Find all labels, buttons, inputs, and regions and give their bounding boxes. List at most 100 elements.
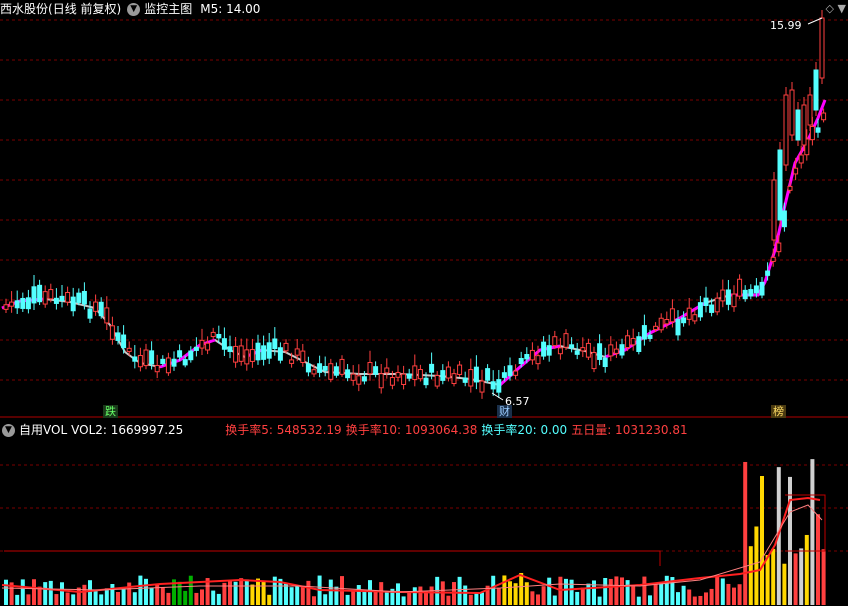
volume-bar [177,581,182,605]
volume-bar [631,585,636,605]
candle-body [630,337,636,346]
candle-body [149,350,155,365]
candle-body [356,375,362,385]
volume-bar [166,592,171,605]
volume-bar [463,585,468,605]
candle-body [350,373,356,381]
day5-volume-label: 五日量: 1031230.81 [571,423,688,437]
triangle-down-icon[interactable]: ▼ [838,2,846,15]
volume-bar [351,590,356,605]
candle-body [731,293,737,308]
candle-body [367,362,373,375]
candle-body [809,125,815,141]
candle-body [20,297,26,309]
vol-ma20-line [4,550,661,566]
volume-bar [491,575,496,605]
candle-body [789,89,795,136]
vol-menu[interactable]: 自用VOL [19,423,67,437]
volume-bar [289,587,294,605]
indicator-menu[interactable]: 监控主图 [144,2,192,16]
volume-bar [323,594,328,605]
candle-body [98,301,104,317]
volume-bar [804,534,809,605]
volume-bar [569,579,574,605]
marker-bang[interactable]: 榜 [771,405,786,418]
candle-body [182,359,188,366]
candle-body [300,350,306,363]
candle-body [160,358,166,364]
candle-body [205,342,211,351]
volume-bar [60,582,64,605]
candle-body [328,363,334,380]
main-chart-header: 西水股份(日线 前复权) ▼ 监控主图 M5: 14.00 [0,0,264,18]
candle-body [261,345,267,360]
volume-bar [502,575,507,605]
turnover10-label: 换手率10: 1093064.38 [345,423,478,437]
candle-body [188,350,194,361]
candle-body [669,308,675,323]
volume-bar [26,594,31,605]
candle-body [221,338,227,350]
volume-bar [312,596,316,605]
candle-body [821,112,827,121]
volume-bar [530,591,535,605]
volume-bar [732,587,736,605]
volume-bar [284,583,288,605]
candle-body [501,372,507,378]
volume-bar [233,581,238,605]
candle-body [787,185,793,191]
volume-bar [771,548,776,605]
candle-body [748,289,754,297]
volume-bar [692,596,697,605]
candle-body [513,370,519,376]
volume-bar [4,579,8,605]
candle-body [801,104,807,146]
volume-bar [244,579,249,605]
candle-body [813,69,819,111]
candle-body [613,348,619,354]
diamond-icon[interactable]: ◇ [826,2,834,15]
candle-body [664,319,670,325]
volume-bar [474,592,479,605]
chevron-down-icon[interactable]: ▼ [127,3,141,16]
candle-body [216,333,222,339]
volume-bar [295,586,300,605]
candle-body [3,304,9,310]
candle-body [445,366,451,379]
volume-bar [373,591,378,605]
candle-body [793,167,799,175]
chevron-down-icon[interactable]: ▼ [2,424,15,437]
volume-bar [536,594,540,605]
candle-body [686,307,692,320]
volume-bar [552,595,557,605]
candle-body [322,365,328,371]
volume-bar [508,581,512,605]
volume-bar [754,526,759,605]
turnover20-label: 换手率20: 0.00 [481,423,568,437]
candle-body [210,331,216,338]
candle-body [361,376,367,382]
volume-bar [20,579,25,605]
candle-body [244,349,250,365]
volume-bar [799,548,804,605]
candle-body [776,242,782,253]
marker-cai[interactable]: 财 [497,405,512,418]
volume-bar [48,580,53,605]
candle-body [37,284,43,303]
volume-bar [328,579,333,605]
candle-body [266,342,272,359]
volume-bar [65,592,70,605]
candle-body [496,379,502,393]
period-label[interactable]: (日线 前复权) [48,2,121,16]
marker-die[interactable]: 跌 [103,405,118,418]
candle-body [815,127,821,133]
volume-bar [648,595,652,605]
volume-bar [480,592,484,605]
candle-body [70,296,76,312]
volume-bar [704,592,708,605]
candle-body [440,370,446,381]
volume-bar [396,583,400,605]
candle-body [277,347,283,361]
candle-body [93,301,99,312]
candle-body [535,355,541,365]
